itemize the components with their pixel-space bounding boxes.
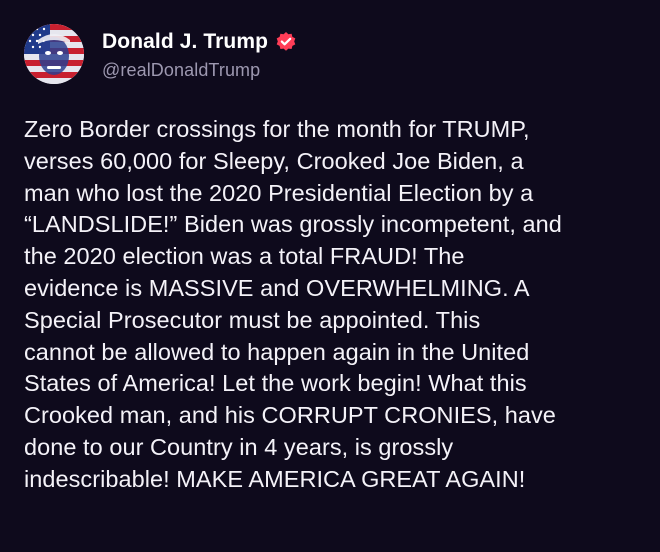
post-card: Donald J. Trump @realDonaldTrump Zero Bo… xyxy=(0,0,660,552)
verified-badge-icon xyxy=(275,31,297,53)
flag-portrait-avatar-icon xyxy=(24,24,84,84)
author-display-name[interactable]: Donald J. Trump xyxy=(102,30,268,54)
author-avatar[interactable] xyxy=(24,24,84,84)
name-row: Donald J. Trump xyxy=(102,27,297,57)
author-handle[interactable]: @realDonaldTrump xyxy=(102,60,297,81)
post-header: Donald J. Trump @realDonaldTrump xyxy=(24,24,297,84)
post-body-text: Zero Border crossings for the month for … xyxy=(24,116,562,492)
author-identity: Donald J. Trump @realDonaldTrump xyxy=(102,27,297,81)
